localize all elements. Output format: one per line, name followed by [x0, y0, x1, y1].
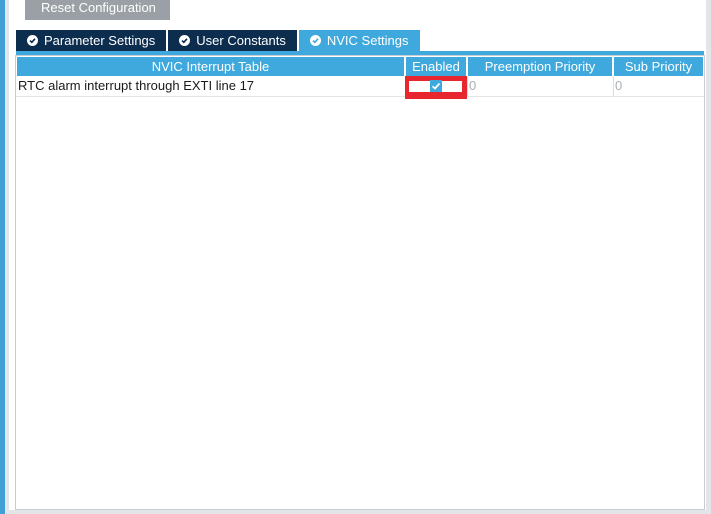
- check-circle-icon: [179, 35, 191, 46]
- check-circle-icon: [309, 35, 321, 46]
- column-header-preemption-priority: Preemption Priority: [468, 57, 612, 76]
- column-header-enabled: Enabled: [406, 57, 466, 76]
- column-divider: [467, 77, 468, 97]
- tab-user-constants[interactable]: User Constants: [168, 30, 297, 51]
- window-left-gutter: [5, 0, 9, 514]
- checkbox-checked-icon: [431, 82, 441, 90]
- interrupt-name-cell: RTC alarm interrupt through EXTI line 17: [18, 78, 255, 93]
- reset-configuration-button[interactable]: Reset Configuration: [25, 0, 170, 20]
- tab-parameter-settings[interactable]: Parameter Settings: [16, 30, 167, 51]
- column-header-sub-priority: Sub Priority: [614, 57, 703, 76]
- config-tabs: Parameter Settings User Constants NVIC S…: [16, 30, 422, 51]
- column-header-interrupt: NVIC Interrupt Table: [17, 57, 404, 76]
- tab-nvic-settings[interactable]: NVIC Settings: [298, 30, 420, 51]
- window-bottom-border: [9, 510, 706, 514]
- sub-priority-cell[interactable]: 0: [615, 76, 700, 96]
- enabled-checkbox[interactable]: [430, 80, 442, 92]
- tab-label: User Constants: [196, 33, 286, 48]
- preemption-priority-cell[interactable]: 0: [469, 76, 609, 96]
- column-divider: [613, 77, 614, 97]
- tab-label: NVIC Settings: [326, 33, 409, 48]
- tab-label: Parameter Settings: [44, 33, 156, 48]
- nvic-interrupt-table: NVIC Interrupt Table Enabled Preemption …: [15, 55, 705, 510]
- check-circle-icon: [27, 35, 38, 46]
- row-divider: [16, 96, 704, 97]
- window-right-border: [706, 0, 711, 514]
